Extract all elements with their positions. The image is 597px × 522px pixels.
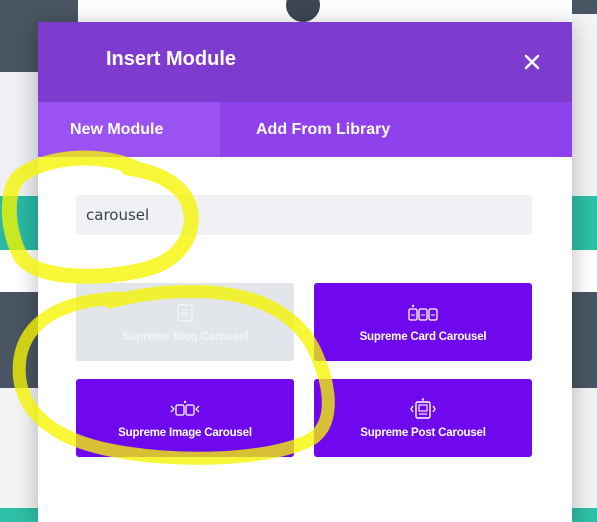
close-icon bbox=[524, 54, 540, 70]
module-card-supreme-card-carousel[interactable]: Supreme Card Carousel bbox=[314, 283, 532, 361]
background-row-teal bbox=[572, 508, 597, 522]
background-row-teal bbox=[572, 196, 597, 250]
modal-header: Insert Module bbox=[38, 22, 572, 102]
module-card-supreme-blog-carousel[interactable]: Supreme Blog Carousel bbox=[76, 283, 294, 361]
tab-add-from-library[interactable]: Add From Library bbox=[220, 102, 390, 157]
background-panel bbox=[0, 72, 40, 196]
insert-module-modal: Insert Module New Module Add From Librar… bbox=[38, 22, 572, 522]
module-label: Supreme Image Carousel bbox=[118, 427, 252, 439]
card-carousel-icon bbox=[408, 301, 438, 325]
tab-label: Add From Library bbox=[256, 120, 391, 138]
module-tabs: New Module Add From Library bbox=[38, 102, 572, 157]
post-carousel-icon bbox=[410, 397, 436, 421]
tab-new-module[interactable]: New Module bbox=[38, 102, 220, 157]
module-label: Supreme Post Carousel bbox=[360, 427, 486, 439]
modal-title: Insert Module bbox=[106, 48, 237, 70]
search-input[interactable] bbox=[76, 195, 532, 235]
background-row-teal bbox=[0, 508, 40, 522]
background-panel bbox=[572, 14, 597, 196]
background-panel bbox=[572, 0, 597, 14]
module-card-supreme-post-carousel[interactable]: Supreme Post Carousel bbox=[314, 379, 532, 457]
background-row-dark bbox=[572, 292, 597, 388]
background-row-dark bbox=[0, 292, 40, 388]
background-panel bbox=[572, 388, 597, 508]
add-module-handle[interactable] bbox=[286, 0, 320, 22]
tab-label: New Module bbox=[70, 120, 164, 138]
close-button[interactable] bbox=[516, 46, 548, 78]
image-carousel-icon bbox=[170, 397, 200, 421]
background-row-teal bbox=[0, 196, 40, 250]
module-card-supreme-image-carousel[interactable]: Supreme Image Carousel bbox=[76, 379, 294, 457]
background-panel bbox=[0, 388, 40, 508]
module-label: Supreme Card Carousel bbox=[359, 331, 487, 343]
blog-carousel-icon bbox=[176, 301, 194, 325]
module-label: Supreme Blog Carousel bbox=[121, 331, 249, 343]
